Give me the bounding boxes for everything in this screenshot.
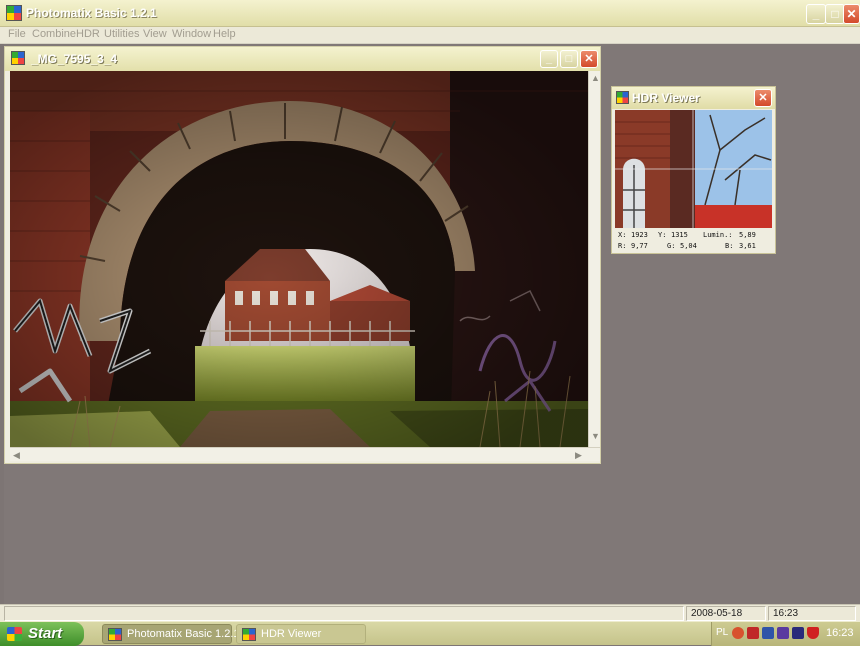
scroll-up-icon[interactable]: ▲ (591, 73, 600, 83)
hdr-viewer-title: HDR Viewer (632, 91, 700, 105)
g-value: 5,04 (680, 242, 697, 250)
status-bar: 2008-05-18 16:23 (0, 604, 860, 621)
maximize-icon: □ (831, 7, 839, 21)
start-button[interactable]: Start (0, 622, 84, 646)
g-label: G: (667, 242, 676, 250)
x-value: 1923 (631, 231, 648, 239)
tray-back-icon[interactable] (732, 627, 744, 639)
tray-monitor-icon[interactable] (762, 627, 774, 639)
language-indicator[interactable]: PL (716, 627, 728, 638)
hdr-viewer-taskbar-icon (242, 628, 256, 641)
menu-file[interactable]: File (8, 28, 26, 40)
maximize-button[interactable]: □ (825, 4, 845, 24)
menu-bar: File Combine HDR Utilities View Window H… (0, 27, 860, 44)
image-window-icon (11, 51, 25, 65)
y-label: Y: (658, 231, 667, 239)
y-value: 1315 (671, 231, 688, 239)
bridge-photo-icon (10, 71, 588, 447)
taskbar-item-photomatix[interactable]: Photomatix Basic 1.2.1 (102, 624, 240, 644)
lumin-value: 5,89 (739, 231, 756, 239)
tray-display-icon[interactable] (792, 627, 804, 639)
hdr-pixel-readout: X: 1923 Y: 1315 Lumin.: 5,89 R: 9,77 G: … (615, 229, 772, 253)
close-icon: ✕ (846, 7, 857, 21)
app-title: Photomatix Basic 1.2.1 (26, 6, 157, 20)
taskbar: Start Photomatix Basic 1.2.1 HDR Viewer … (0, 621, 860, 646)
hdr-zoom-preview (615, 110, 772, 228)
zoom-preview-image-icon (615, 110, 772, 228)
start-label: Start (28, 625, 63, 642)
system-tray: PL 16:23 (711, 622, 860, 646)
hdr-viewer-titlebar[interactable]: HDR Viewer ✕ (612, 87, 775, 109)
minimize-button[interactable]: _ (806, 4, 826, 24)
image-close-button[interactable]: ✕ (580, 50, 598, 68)
menu-help[interactable]: Help (213, 28, 236, 40)
photomatix-app-icon (6, 5, 22, 21)
taskbar-item-label: HDR Viewer (261, 628, 322, 640)
tray-app-icon[interactable] (777, 627, 789, 639)
image-window-title: _MG_7595_3_4 (31, 52, 118, 66)
tray-shield-icon[interactable] (807, 627, 819, 639)
status-date: 2008-05-18 (686, 606, 766, 621)
close-icon: ✕ (758, 92, 768, 104)
lumin-label: Lumin.: (703, 231, 733, 239)
close-icon: ✕ (584, 53, 594, 65)
scroll-left-icon[interactable]: ◀ (13, 450, 20, 461)
status-time: 16:23 (768, 606, 856, 621)
image-maximize-button[interactable]: □ (560, 50, 578, 68)
status-message (4, 606, 684, 621)
b-label: B: (725, 242, 734, 250)
menu-utilities[interactable]: Utilities (104, 28, 139, 40)
menu-view[interactable]: View (143, 28, 167, 40)
scroll-right-icon[interactable]: ▶ (575, 450, 582, 461)
menu-hdr[interactable]: HDR (76, 28, 100, 40)
image-window-titlebar[interactable]: _MG_7595_3_4 _ □ ✕ (5, 47, 600, 71)
hdr-photo-canvas[interactable] (10, 71, 588, 447)
scroll-down-icon[interactable]: ▼ (591, 431, 600, 441)
image-minimize-button[interactable]: _ (540, 50, 558, 68)
app-titlebar[interactable]: Photomatix Basic 1.2.1 _ □ ✕ (0, 0, 860, 27)
taskbar-item-hdr-viewer[interactable]: HDR Viewer (236, 624, 366, 644)
taskbar-item-label: Photomatix Basic 1.2.1 (127, 628, 240, 640)
minimize-icon: _ (812, 7, 820, 21)
image-vertical-scrollbar[interactable]: ▲ ▼ (588, 71, 600, 447)
menu-window[interactable]: Window (172, 28, 211, 40)
close-button[interactable]: ✕ (843, 4, 860, 24)
x-label: X: (618, 231, 627, 239)
minimize-icon: _ (545, 53, 553, 65)
tray-network-icon[interactable] (747, 627, 759, 639)
hdr-viewer-window[interactable]: HDR Viewer ✕ X: 1923 Y: 1315 Lumin.: 5,8… (611, 86, 776, 254)
b-value: 3,61 (739, 242, 756, 250)
image-horizontal-scrollbar[interactable]: ◀ ▶ (10, 447, 600, 461)
maximize-icon: □ (565, 53, 573, 65)
image-window[interactable]: _MG_7595_3_4 _ □ ✕ ▲ ▼ ◀ ▶ (4, 46, 601, 464)
windows-flag-icon (7, 627, 22, 641)
hdr-viewer-close-button[interactable]: ✕ (754, 89, 772, 107)
r-label: R: (618, 242, 627, 250)
hdr-viewer-icon (616, 91, 629, 104)
tray-clock[interactable]: 16:23 (826, 627, 854, 639)
menu-combine[interactable]: Combine (32, 28, 76, 40)
r-value: 9,77 (631, 242, 648, 250)
photomatix-taskbar-icon (108, 628, 122, 641)
